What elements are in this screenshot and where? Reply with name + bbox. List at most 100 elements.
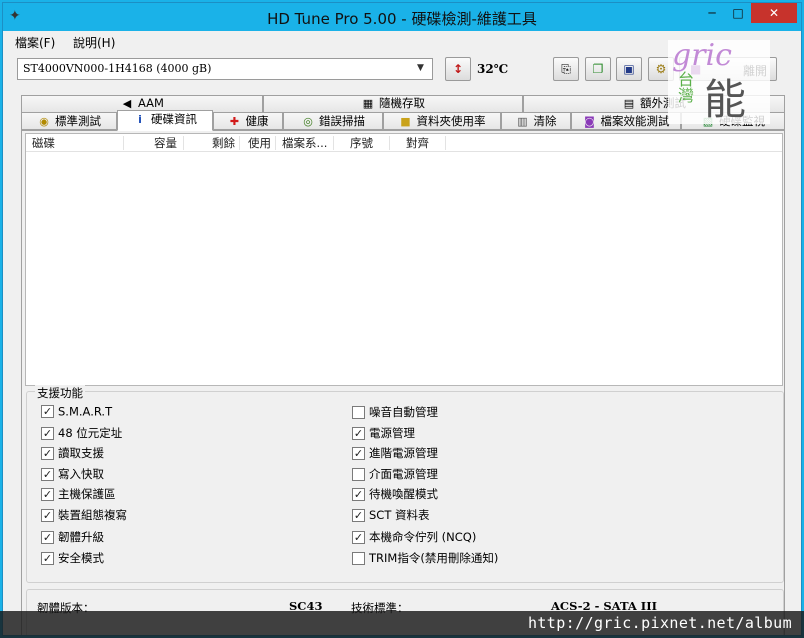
tab-random-access[interactable]: ▦ 隨機存取 bbox=[263, 95, 523, 112]
checkbox-checked[interactable]: ✓ bbox=[41, 426, 54, 440]
bulb-icon: ◉ bbox=[39, 115, 49, 128]
tab-info[interactable]: i 硬碟資訊 bbox=[117, 110, 213, 131]
feature-right-1: ✓ 電源管理 bbox=[352, 425, 415, 441]
speaker-icon: ◀ bbox=[122, 97, 132, 110]
feature-label: TRIM指令(禁用刪除通知) bbox=[369, 551, 499, 565]
checkbox-checked[interactable]: ✓ bbox=[352, 508, 365, 522]
feature-label: 裝置組態複寫 bbox=[58, 508, 127, 522]
checkbox-unchecked[interactable] bbox=[352, 467, 365, 481]
feature-right-4: ✓ 待機喚醒模式 bbox=[352, 486, 438, 502]
feature-left-0: ✓ S.M.A.R.T bbox=[41, 404, 112, 420]
maximize-button[interactable]: □ bbox=[725, 3, 751, 23]
features-legend: 支援功能 bbox=[35, 385, 85, 401]
checkbox-checked[interactable]: ✓ bbox=[41, 487, 54, 501]
checkbox-checked[interactable]: ✓ bbox=[352, 426, 365, 440]
supported-features-group: 支援功能 ✓ S.M.A.R.T ✓ 48 位元定址 ✓ 讀取支援 ✓ 寫入快取 ✓ 主機保護區 ✓… bbox=[26, 385, 784, 583]
feature-label: S.M.A.R.T bbox=[58, 404, 113, 419]
menu-help[interactable]: 說明(H) bbox=[73, 34, 115, 51]
feature-left-1: ✓ 48 位元定址 bbox=[41, 425, 122, 441]
column-serial[interactable]: 序號 bbox=[334, 136, 390, 150]
partition-list[interactable]: 磁碟 容量 剩餘 使用 檔案系... 序號 對齊 bbox=[25, 133, 783, 386]
checkbox-checked[interactable]: ✓ bbox=[41, 530, 54, 544]
extra-tests-icon: ▤ bbox=[623, 97, 635, 110]
save-icon[interactable]: ▣ bbox=[616, 57, 642, 81]
temperature-readout: 32℃ bbox=[477, 62, 509, 76]
feature-right-5: ✓ SCT 資料表 bbox=[352, 507, 430, 523]
feature-label: 韌體升級 bbox=[58, 530, 104, 544]
checkbox-unchecked[interactable] bbox=[352, 405, 365, 419]
tab-file-benchmark[interactable]: ◙ 檔案效能測試 bbox=[571, 112, 681, 130]
feature-left-6: ✓ 韌體升級 bbox=[41, 529, 104, 545]
feature-label: SCT 資料表 bbox=[369, 508, 430, 522]
tab-label: 標準測試 bbox=[55, 114, 101, 128]
checkbox-checked[interactable]: ✓ bbox=[352, 446, 365, 460]
feature-label: 進階電源管理 bbox=[369, 446, 438, 460]
feature-right-6: ✓ 本機命令佇列 (NCQ) bbox=[352, 529, 476, 545]
list-header: 磁碟 容量 剩餘 使用 檔案系... 序號 對齊 bbox=[26, 134, 782, 152]
tab-label: 硬碟資訊 bbox=[151, 112, 197, 126]
window-title: HD Tune Pro 5.00 - 硬碟檢測-維護工具 bbox=[267, 10, 537, 28]
feature-left-3: ✓ 寫入快取 bbox=[41, 466, 104, 482]
menu-file[interactable]: 檔案(F) bbox=[15, 34, 55, 51]
trash-icon: ▥ bbox=[517, 115, 528, 128]
tab-label: 隨機存取 bbox=[379, 96, 425, 110]
feature-label: 主機保護區 bbox=[58, 487, 116, 501]
feature-label: 安全模式 bbox=[58, 551, 104, 565]
watermark-url: http://gric.pixnet.net/album bbox=[527, 614, 792, 632]
feature-label: 介面電源管理 bbox=[369, 467, 438, 481]
feature-left-2: ✓ 讀取支援 bbox=[41, 445, 104, 461]
column-disk[interactable]: 磁碟 bbox=[32, 136, 124, 150]
title-bar[interactable]: ✦ HD Tune Pro 5.00 - 硬碟檢測-維護工具 ─ □ ✕ bbox=[3, 3, 801, 31]
feature-label: 48 位元定址 bbox=[58, 426, 123, 440]
magnifier-icon: ◎ bbox=[303, 115, 313, 128]
checkbox-checked[interactable]: ✓ bbox=[41, 467, 54, 481]
feature-label: 讀取支援 bbox=[58, 446, 104, 460]
tab-benchmark[interactable]: ◉ 標準測試 bbox=[21, 112, 117, 130]
feature-right-2: ✓ 進階電源管理 bbox=[352, 445, 438, 461]
random-access-icon: ▦ bbox=[362, 97, 374, 110]
tab-health[interactable]: ✚ 健康 bbox=[213, 112, 283, 130]
column-alignment[interactable]: 對齊 bbox=[390, 136, 446, 150]
checkbox-checked[interactable]: ✓ bbox=[41, 508, 54, 522]
column-used[interactable]: 使用 bbox=[240, 136, 276, 150]
feature-label: 電源管理 bbox=[369, 426, 415, 440]
health-cross-icon: ✚ bbox=[229, 115, 240, 128]
watermark-neng: 能 bbox=[704, 75, 747, 124]
thermometer-icon[interactable]: ↕ bbox=[445, 57, 471, 81]
checkbox-unchecked[interactable] bbox=[352, 551, 365, 565]
tab-label: 檔案效能測試 bbox=[600, 114, 670, 128]
drive-dropdown[interactable]: ST4000VN000-1H4168 (4000 gB) bbox=[17, 58, 433, 80]
tab-error-scan[interactable]: ◎ 錯誤掃描 bbox=[283, 112, 383, 130]
tab-label: 資料夾使用率 bbox=[416, 114, 486, 128]
tab-content-panel: 磁碟 容量 剩餘 使用 檔案系... 序號 對齊 支援功能 ✓ S.M.A.R.T… bbox=[21, 130, 785, 635]
tab-erase[interactable]: ▥ 清除 bbox=[501, 112, 571, 130]
feature-label: 噪音自動管理 bbox=[369, 405, 438, 419]
folder-icon: ■ bbox=[400, 115, 411, 128]
column-capacity[interactable]: 容量 bbox=[124, 136, 184, 150]
column-filesystem[interactable]: 檔案系... bbox=[282, 136, 334, 150]
copy-text-icon[interactable]: ⎘ bbox=[553, 57, 579, 81]
feature-left-4: ✓ 主機保護區 bbox=[41, 486, 116, 502]
feature-right-0: 噪音自動管理 bbox=[352, 404, 438, 420]
column-free[interactable]: 剩餘 bbox=[184, 136, 240, 150]
tab-label: AAM bbox=[138, 96, 164, 110]
feature-left-7: ✓ 安全模式 bbox=[41, 550, 104, 566]
checkbox-checked[interactable]: ✓ bbox=[41, 405, 54, 418]
chevron-down-icon[interactable]: ▼ bbox=[417, 63, 424, 73]
feature-label: 本機命令佇列 (NCQ) bbox=[369, 530, 477, 544]
feature-left-5: ✓ 裝置組態複寫 bbox=[41, 507, 127, 523]
feature-right-7: TRIM指令(禁用刪除通知) bbox=[352, 550, 498, 566]
tab-label: 健康 bbox=[245, 114, 269, 128]
tab-folder-usage[interactable]: ■ 資料夾使用率 bbox=[383, 112, 501, 130]
copy-screenshot-icon[interactable]: ❐ bbox=[585, 57, 611, 81]
checkbox-checked[interactable]: ✓ bbox=[41, 551, 54, 565]
tab-label: 清除 bbox=[533, 114, 557, 128]
minimize-button[interactable]: ─ bbox=[699, 3, 725, 23]
close-button[interactable]: ✕ bbox=[751, 3, 797, 23]
info-icon: i bbox=[138, 113, 142, 126]
tab-label: 錯誤掃描 bbox=[319, 114, 365, 128]
checkbox-checked[interactable]: ✓ bbox=[352, 487, 365, 501]
feature-right-3: 介面電源管理 bbox=[352, 466, 438, 482]
checkbox-checked[interactable]: ✓ bbox=[41, 446, 54, 460]
checkbox-checked[interactable]: ✓ bbox=[352, 530, 365, 544]
